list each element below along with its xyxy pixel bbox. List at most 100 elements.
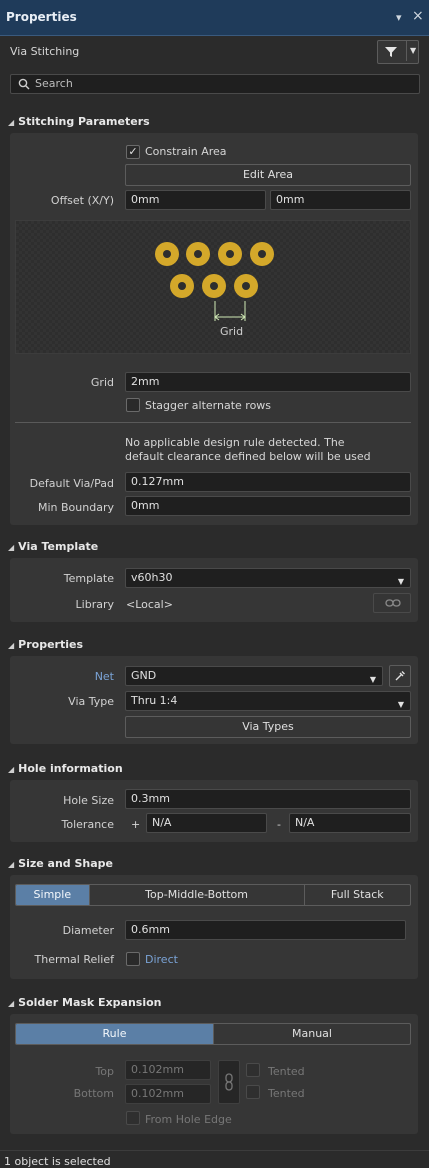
- diameter-input[interactable]: 0.6mm: [125, 920, 406, 940]
- top-tented-checkbox[interactable]: [246, 1063, 260, 1077]
- tab-rule[interactable]: Rule: [16, 1024, 214, 1044]
- via-ring: [218, 242, 242, 266]
- from-hole-edge-checkbox[interactable]: [126, 1111, 140, 1125]
- search-placeholder: Search: [35, 77, 73, 90]
- top-tented-label: Tented: [268, 1065, 305, 1078]
- tab-manual[interactable]: Manual: [214, 1024, 410, 1044]
- hole-size-input[interactable]: 0.3mm: [125, 789, 411, 809]
- tolerance-label: Tolerance: [61, 818, 114, 831]
- offset-y-input[interactable]: 0mm: [270, 190, 411, 210]
- section-title: Solder Mask Expansion: [18, 996, 162, 1009]
- tolerance-plus-sign: +: [131, 818, 141, 831]
- library-value: <Local>: [126, 598, 173, 611]
- tolerance-minus-input[interactable]: N/A: [289, 813, 411, 833]
- top-label: Top: [95, 1065, 114, 1078]
- grid-label: Grid: [90, 376, 114, 389]
- constrain-area-label: Constrain Area: [145, 145, 227, 158]
- hole-size-label: Hole Size: [63, 794, 114, 807]
- bottom-input[interactable]: 0.102mm: [125, 1084, 211, 1104]
- rule-note: No applicable design rule detected. The …: [125, 436, 371, 463]
- size-shape-tabs: Simple Top-Middle-Bottom Full Stack: [15, 884, 411, 906]
- bottom-tented-label: Tented: [268, 1087, 305, 1100]
- tab-top-middle-bottom[interactable]: Top-Middle-Bottom: [90, 885, 305, 905]
- via-ring: [186, 242, 210, 266]
- tolerance-plus-input[interactable]: N/A: [146, 813, 267, 833]
- pin-icon[interactable]: ▾: [396, 11, 402, 24]
- bottom-label: Bottom: [73, 1087, 114, 1100]
- section-stitching-header[interactable]: ◢ Stitching Parameters: [8, 115, 150, 128]
- collapse-arrow-icon: ◢: [8, 765, 15, 774]
- preview-graphic: [155, 242, 274, 321]
- thermal-relief-checkbox[interactable]: [126, 952, 140, 966]
- net-value: GND: [131, 669, 157, 682]
- edit-area-button[interactable]: Edit Area: [125, 164, 411, 186]
- close-icon[interactable]: ×: [412, 8, 424, 24]
- panel-title: Properties: [6, 10, 77, 24]
- via-type-label: Via Type: [68, 695, 114, 708]
- section-divider: [15, 422, 411, 423]
- stitching-preview: Grid: [15, 220, 411, 354]
- default-via-label: Default Via/Pad: [29, 477, 114, 490]
- tab-full-stack[interactable]: Full Stack: [305, 885, 410, 905]
- search-icon: [18, 78, 30, 90]
- grid-dimension-arrow: [214, 301, 246, 321]
- section-via-template-header[interactable]: ◢ Via Template: [8, 540, 98, 553]
- filter-dropdown-icon[interactable]: ▼: [406, 41, 416, 61]
- section-title: Via Template: [18, 540, 99, 553]
- constrain-area-checkbox[interactable]: ✓: [126, 145, 140, 159]
- via-types-button[interactable]: Via Types: [125, 716, 411, 738]
- library-label: Library: [75, 598, 114, 611]
- net-dropdown[interactable]: GND: [125, 666, 383, 686]
- collapse-arrow-icon: ◢: [8, 118, 15, 127]
- lock-link-button[interactable]: [218, 1060, 240, 1104]
- via-ring: [250, 242, 274, 266]
- section-title: Properties: [18, 638, 83, 651]
- via-ring: [202, 274, 226, 298]
- section-properties-header[interactable]: ◢ Properties: [8, 638, 83, 651]
- from-hole-edge-label: From Hole Edge: [145, 1113, 232, 1126]
- section-size-shape-header[interactable]: ◢ Size and Shape: [8, 857, 113, 870]
- chain-link-icon: [225, 1073, 233, 1091]
- filter-button[interactable]: ▼: [377, 40, 419, 64]
- net-picker-button[interactable]: [389, 665, 411, 687]
- template-dropdown[interactable]: v60h30: [125, 568, 411, 588]
- offset-label: Offset (X/Y): [50, 194, 114, 207]
- status-text: 1 object is selected: [4, 1155, 111, 1168]
- default-via-input[interactable]: 0.127mm: [125, 472, 411, 492]
- min-boundary-label: Min Boundary: [38, 501, 114, 514]
- section-hole-header[interactable]: ◢ Hole information: [8, 762, 123, 775]
- section-solder-mask-header[interactable]: ◢ Solder Mask Expansion: [8, 996, 162, 1009]
- link-button[interactable]: [373, 593, 411, 613]
- tolerance-minus-sign: -: [277, 818, 281, 831]
- preview-grid-label: Grid: [220, 325, 244, 338]
- section-title: Stitching Parameters: [18, 115, 150, 128]
- thermal-relief-label: Thermal Relief: [34, 953, 114, 966]
- thermal-relief-value[interactable]: Direct: [145, 953, 178, 966]
- via-ring: [234, 274, 258, 298]
- solder-mask-tabs: Rule Manual: [15, 1023, 411, 1045]
- panel-titlebar: Properties ▾ ×: [0, 0, 429, 36]
- min-boundary-input[interactable]: 0mm: [125, 496, 411, 516]
- via-type-dropdown[interactable]: Thru 1:4: [125, 691, 411, 711]
- top-input[interactable]: 0.102mm: [125, 1060, 211, 1080]
- stagger-checkbox[interactable]: [126, 398, 140, 412]
- collapse-arrow-icon: ◢: [8, 543, 15, 552]
- template-label: Template: [63, 572, 114, 585]
- bottom-tented-checkbox[interactable]: [246, 1085, 260, 1099]
- eyedropper-icon: [395, 671, 405, 681]
- collapse-arrow-icon: ◢: [8, 999, 15, 1008]
- collapse-arrow-icon: ◢: [8, 641, 15, 650]
- search-input[interactable]: Search: [10, 74, 420, 94]
- status-bar: 1 object is selected: [0, 1150, 429, 1168]
- stagger-label: Stagger alternate rows: [145, 399, 272, 412]
- via-ring: [155, 242, 179, 266]
- link-icon: [385, 599, 401, 607]
- tab-simple[interactable]: Simple: [16, 885, 90, 905]
- section-title: Hole information: [18, 762, 123, 775]
- collapse-arrow-icon: ◢: [8, 860, 15, 869]
- offset-x-input[interactable]: 0mm: [125, 190, 266, 210]
- via-type-value: Thru 1:4: [131, 694, 178, 707]
- template-value: v60h30: [131, 571, 173, 584]
- net-label[interactable]: Net: [6, 670, 114, 683]
- grid-input[interactable]: 2mm: [125, 372, 411, 392]
